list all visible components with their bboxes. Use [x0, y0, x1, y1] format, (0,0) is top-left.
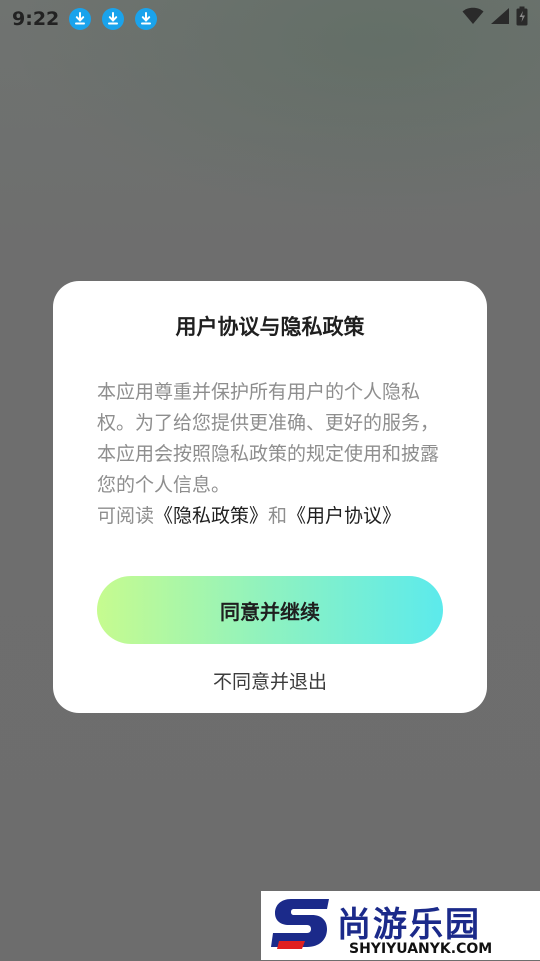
- download-icon: [135, 8, 158, 30]
- user-agreement-link[interactable]: 《用户协议》: [287, 505, 401, 527]
- read-prefix: 可阅读: [97, 505, 155, 527]
- privacy-dialog: 用户协议与隐私政策 本应用尊重并保护所有用户的个人隐私权。为了给您提供更准确、更…: [53, 281, 487, 713]
- dialog-body: 本应用尊重并保护所有用户的个人隐私权。为了给您提供更准确、更好的服务，本应用会按…: [97, 377, 443, 532]
- status-icons: [462, 6, 528, 30]
- and-text: 和: [268, 505, 288, 527]
- signal-icon: [490, 7, 510, 29]
- watermark-banner: 尚游乐园 SHYIYUANYK.COM: [261, 891, 540, 960]
- brand-logo-icon: [269, 895, 335, 961]
- agree-continue-button[interactable]: 同意并继续: [97, 576, 443, 644]
- dialog-links-line: 可阅读《隐私政策》和《用户协议》: [97, 501, 443, 532]
- battery-charging-icon: [516, 6, 528, 30]
- download-icon: [102, 8, 125, 30]
- brand-name-cn: 尚游乐园: [337, 905, 481, 945]
- disagree-exit-button[interactable]: 不同意并退出: [53, 667, 487, 694]
- privacy-policy-link[interactable]: 《隐私政策》: [154, 505, 268, 527]
- dialog-body-text: 本应用尊重并保护所有用户的个人隐私权。为了给您提供更准确、更好的服务，本应用会按…: [97, 381, 440, 496]
- status-bar: 9:22: [0, 0, 540, 38]
- brand-name-en: SHYIYUANYK.COM: [349, 941, 493, 957]
- dialog-title: 用户协议与隐私政策: [175, 315, 365, 339]
- download-icon: [69, 8, 92, 30]
- wifi-icon: [462, 7, 484, 29]
- status-time: 9:22: [12, 8, 60, 30]
